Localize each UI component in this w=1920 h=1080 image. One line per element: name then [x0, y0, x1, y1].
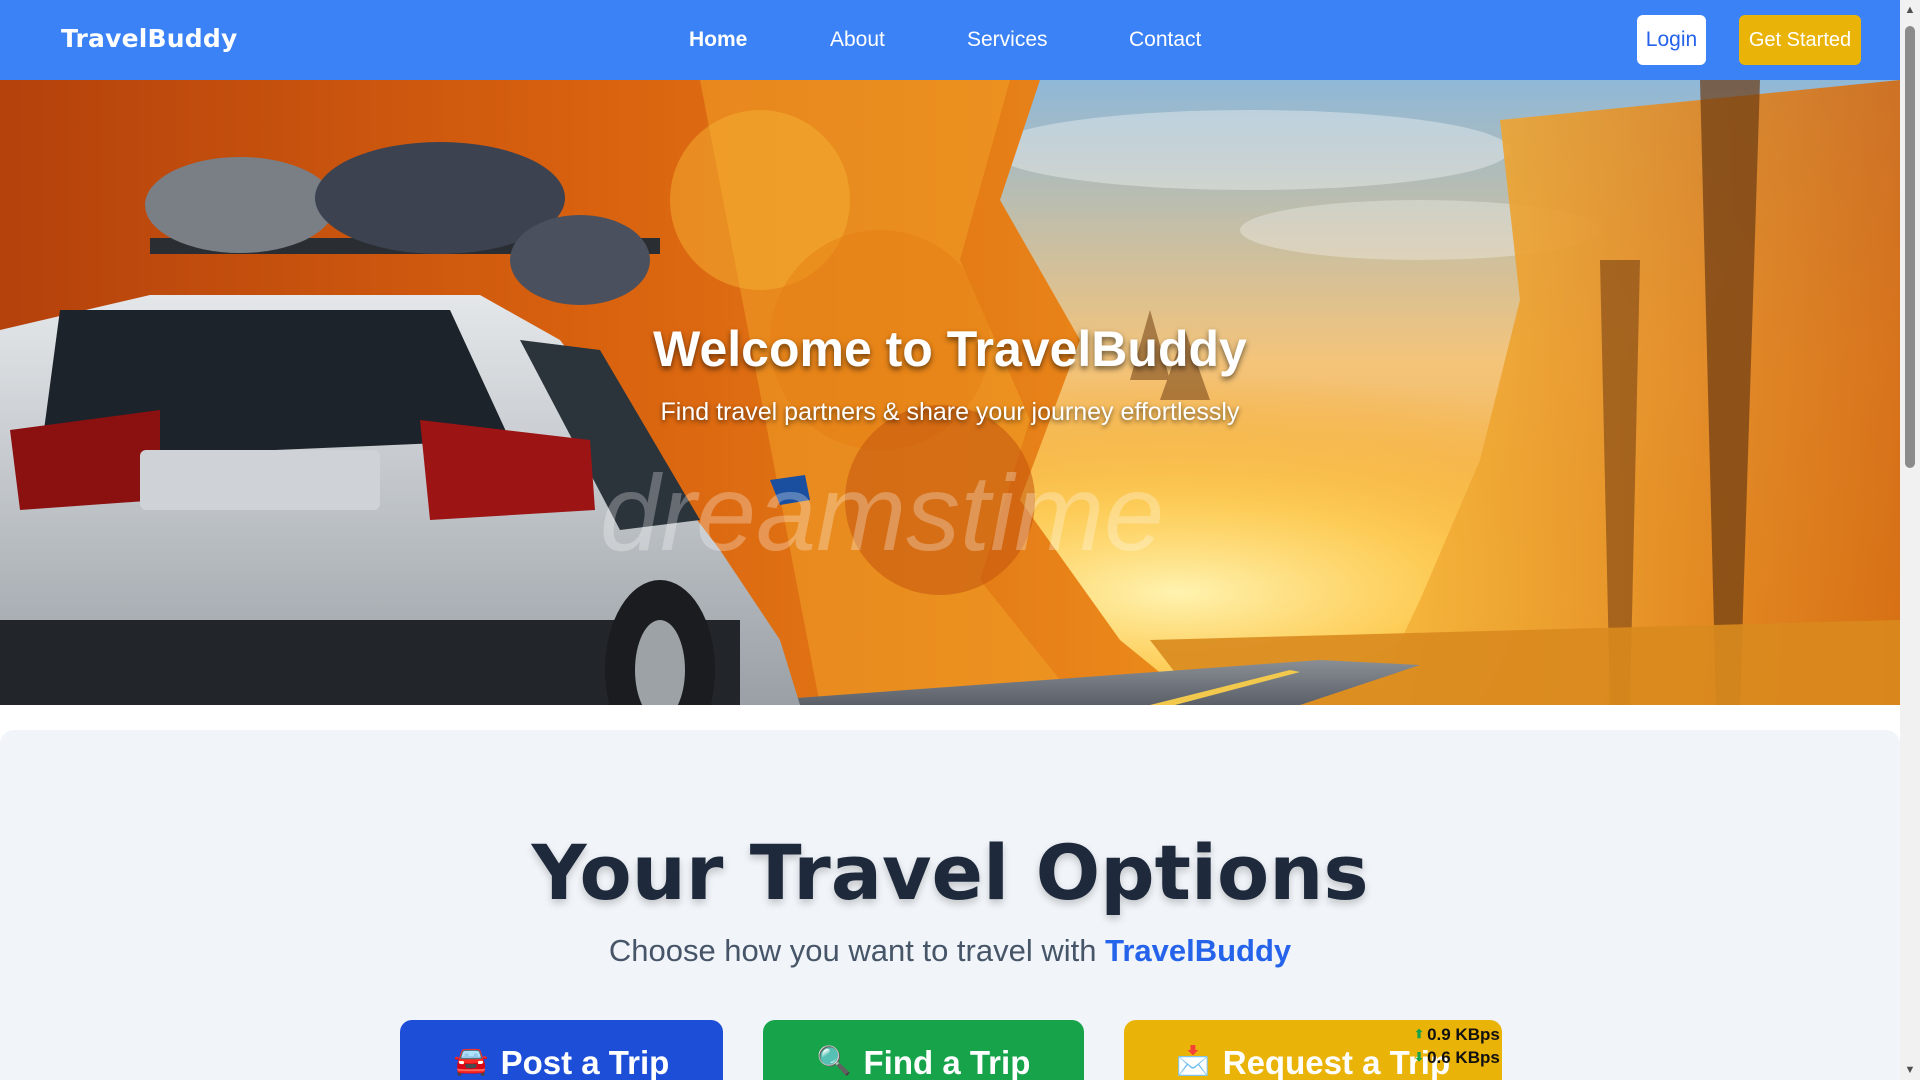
options-subtitle-text: Choose how you want to travel with	[608, 933, 1097, 968]
nav-link-services[interactable]: Services	[967, 28, 1048, 52]
options-subtitle-brand: TravelBuddy	[1105, 933, 1292, 968]
find-trip-button[interactable]: 🔍 Find a Trip	[763, 1020, 1084, 1080]
network-speed-widget: ⬆ 0.9 KBps ⬇ 0.6 KBps	[1414, 1023, 1500, 1069]
travel-options-section: Your Travel Options Choose how you want …	[0, 730, 1900, 1080]
get-started-button[interactable]: Get Started	[1739, 15, 1861, 65]
scroll-down-arrow-icon[interactable]: ▼	[1900, 1062, 1920, 1078]
hero-banner: dreamstime Welcome to TravelBuddy Find t…	[0, 80, 1900, 705]
scroll-up-arrow-icon[interactable]: ▲	[1900, 2, 1920, 18]
nav-link-about[interactable]: About	[830, 28, 885, 52]
nav-link-contact[interactable]: Contact	[1129, 28, 1201, 52]
find-trip-label: Find a Trip	[863, 1044, 1031, 1080]
upload-arrow-icon: ⬆	[1414, 1027, 1425, 1041]
options-title: Your Travel Options	[531, 828, 1369, 917]
vertical-scrollbar[interactable]: ▲ ▼	[1900, 0, 1920, 1080]
car-icon: 🚘	[453, 1045, 489, 1076]
post-trip-button[interactable]: 🚘 Post a Trip	[400, 1020, 723, 1080]
download-arrow-icon: ⬇	[1414, 1050, 1425, 1064]
hero-title: Welcome to TravelBuddy	[653, 321, 1247, 377]
navbar: TravelBuddy Home About Services Contact …	[0, 0, 1900, 80]
options-subtitle: Choose how you want to travel with Trave…	[0, 933, 1900, 969]
brand-logo[interactable]: TravelBuddy	[61, 24, 237, 53]
magnifier-icon: 🔍	[816, 1045, 852, 1076]
post-trip-label: Post a Trip	[500, 1044, 670, 1080]
download-speed: 0.6 KBps	[1427, 1048, 1500, 1067]
login-button[interactable]: Login	[1637, 15, 1706, 65]
hero-background-image: dreamstime	[0, 80, 1900, 705]
page: TravelBuddy Home About Services Contact …	[0, 0, 1920, 1080]
hero-watermark: dreamstime	[600, 452, 1164, 573]
nav-link-home[interactable]: Home	[689, 28, 747, 52]
upload-speed: 0.9 KBps	[1427, 1025, 1500, 1044]
hero-subtitle: Find travel partners & share your journe…	[660, 398, 1240, 426]
scrollbar-thumb[interactable]	[1905, 26, 1915, 468]
envelope-icon: 📩	[1175, 1045, 1211, 1076]
